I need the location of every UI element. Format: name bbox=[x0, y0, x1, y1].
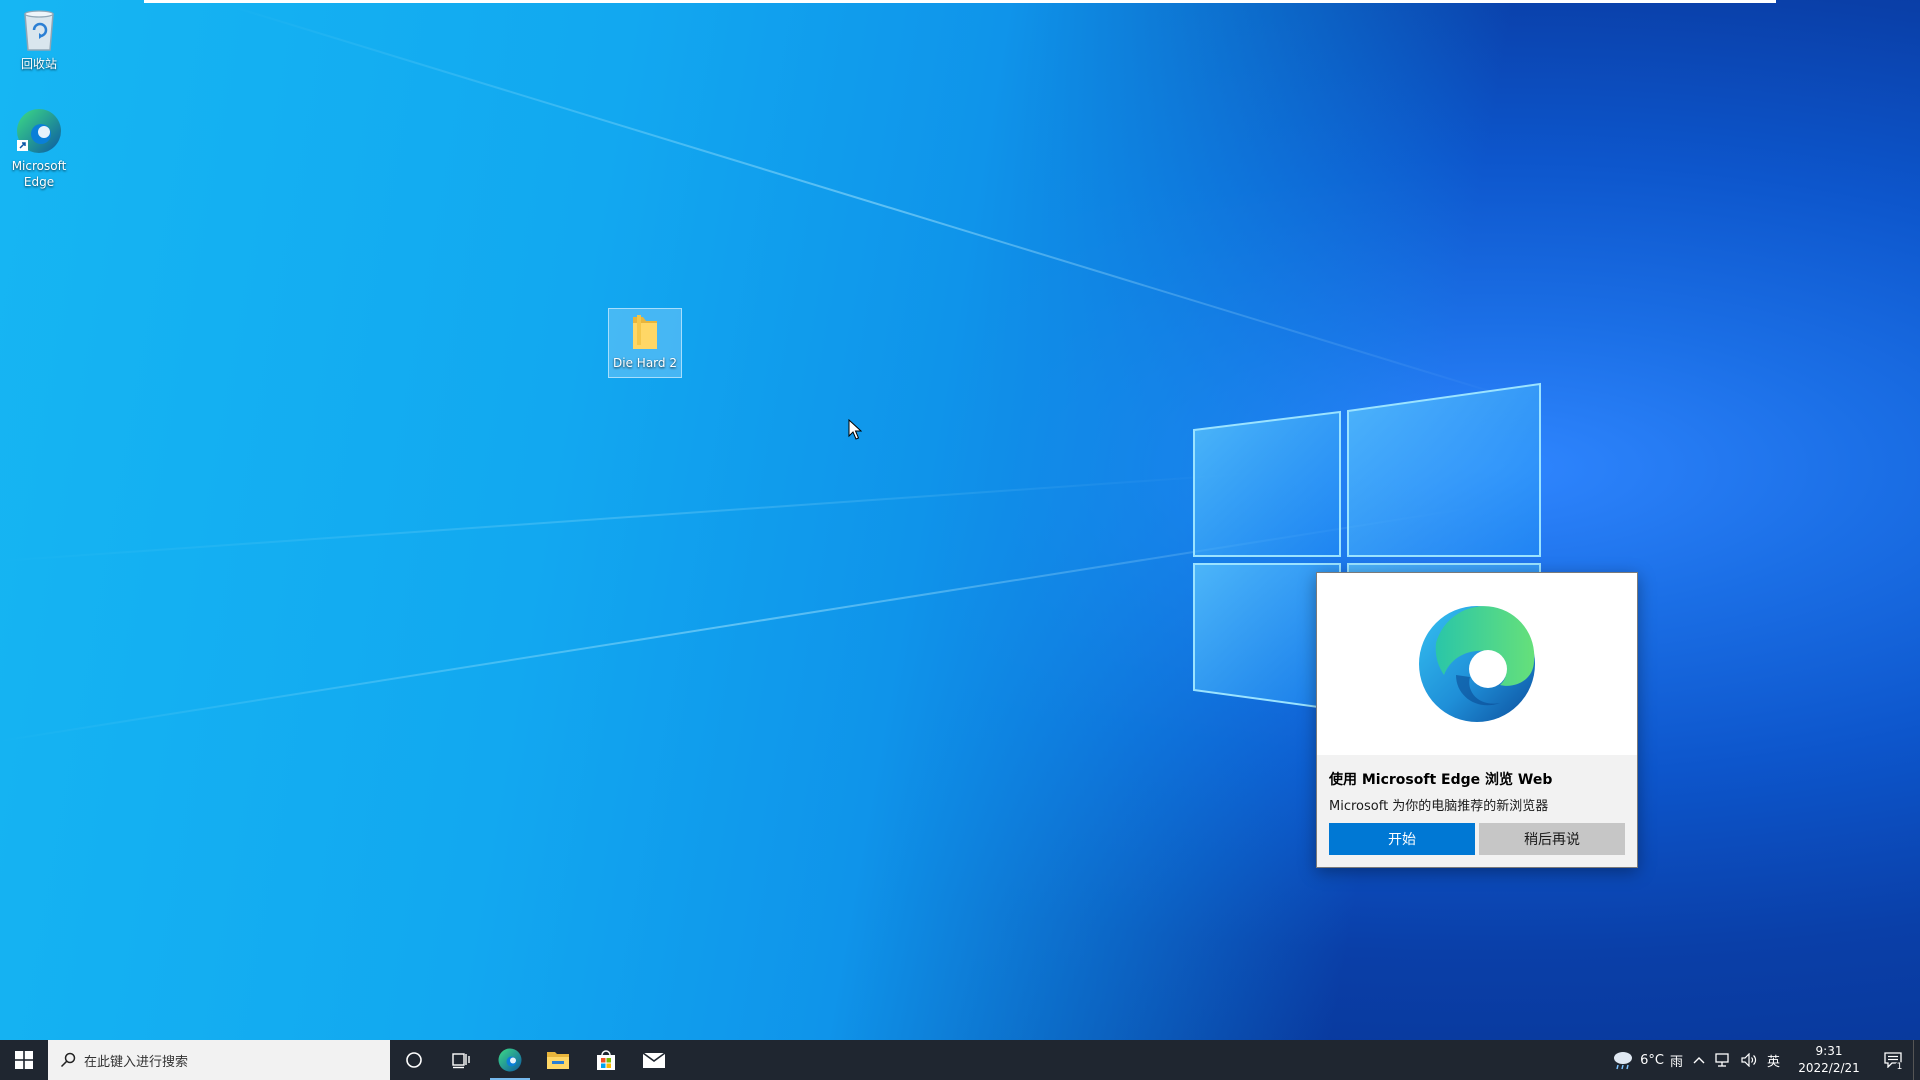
dialog-button-row: 开始 稍后再说 bbox=[1329, 823, 1625, 855]
search-icon bbox=[60, 1052, 76, 1068]
desktop[interactable]: 回收站 Microsoft Edge Die Hard 2 使用 Microso… bbox=[0, 0, 1920, 1040]
start-menu-button[interactable] bbox=[0, 1040, 48, 1080]
mail-icon bbox=[642, 1052, 666, 1068]
volume-button[interactable] bbox=[1736, 1040, 1762, 1080]
windows-start-icon bbox=[15, 1051, 33, 1069]
clock[interactable]: 9:31 2022/2/21 bbox=[1785, 1043, 1873, 1077]
action-center-button[interactable]: 1 bbox=[1873, 1040, 1913, 1080]
light-beam bbox=[0, 472, 1258, 562]
dialog-title: 使用 Microsoft Edge 浏览 Web bbox=[1329, 772, 1553, 788]
edge-icon bbox=[17, 109, 61, 153]
task-view-icon bbox=[452, 1053, 470, 1069]
clock-time: 9:31 bbox=[1815, 1044, 1843, 1058]
network-button[interactable] bbox=[1710, 1040, 1736, 1080]
mouse-cursor-icon bbox=[848, 419, 862, 440]
weather-description: 雨 bbox=[1669, 1054, 1683, 1070]
edge-logo-banner bbox=[1317, 573, 1637, 755]
circle-icon bbox=[406, 1052, 422, 1068]
input-method-indicator[interactable]: 英 bbox=[1762, 1040, 1785, 1080]
show-desktop-button[interactable] bbox=[1913, 1040, 1920, 1080]
store-icon bbox=[597, 1050, 615, 1070]
weather-rain-icon bbox=[1614, 1052, 1633, 1070]
cortana-button[interactable] bbox=[390, 1040, 438, 1080]
edge-recommendation-dialog: 使用 Microsoft Edge 浏览 Web Microsoft 为你的电脑… bbox=[1316, 572, 1638, 868]
desktop-icon-die-hard-2-folder[interactable]: Die Hard 2 bbox=[608, 308, 682, 378]
search-placeholder: 在此键入进行搜索 bbox=[84, 1054, 189, 1070]
show-hidden-icons-button[interactable] bbox=[1688, 1040, 1710, 1080]
edge-icon bbox=[498, 1048, 522, 1072]
system-tray: 6°C 雨 英 9:31 2022/2/21 1 bbox=[1607, 1040, 1920, 1080]
edge-logo-icon bbox=[1419, 606, 1535, 722]
weather-temperature: 6°C bbox=[1640, 1052, 1664, 1068]
taskbar-search-box[interactable]: 在此键入进行搜索 bbox=[48, 1040, 390, 1080]
ime-label: 英 bbox=[1766, 1054, 1780, 1070]
taskbar: 在此键入进行搜索 6°C 雨 英 9:31 2022/2/21 1 bbox=[0, 1040, 1920, 1080]
desktop-icon-label: Die Hard 2 bbox=[613, 356, 677, 370]
folder-icon bbox=[633, 315, 657, 349]
notification-count-badge: 1 bbox=[1894, 1062, 1905, 1073]
taskbar-file-explorer-button[interactable] bbox=[534, 1040, 582, 1080]
speaker-icon bbox=[1741, 1053, 1757, 1067]
task-view-button[interactable] bbox=[438, 1040, 486, 1080]
network-icon bbox=[1715, 1053, 1729, 1067]
top-progress-bar bbox=[144, 0, 1776, 3]
dialog-subtitle: Microsoft 为你的电脑推荐的新浏览器 bbox=[1329, 799, 1549, 814]
taskbar-mail-button[interactable] bbox=[630, 1040, 678, 1080]
taskbar-edge-button[interactable] bbox=[486, 1040, 534, 1080]
taskbar-store-button[interactable] bbox=[582, 1040, 630, 1080]
desktop-icon-recycle-bin[interactable]: 回收站 bbox=[2, 6, 76, 72]
chevron-up-icon bbox=[1693, 1057, 1705, 1064]
clock-date: 2022/2/21 bbox=[1798, 1061, 1860, 1075]
desktop-icon-microsoft-edge[interactable]: Microsoft Edge bbox=[2, 106, 76, 190]
light-beam bbox=[229, 5, 1522, 402]
folder-icon bbox=[547, 1052, 569, 1069]
weather-widget[interactable]: 6°C 雨 bbox=[1607, 1040, 1688, 1080]
desktop-icon-label: Microsoft Edge bbox=[11, 159, 67, 189]
desktop-icon-label: 回收站 bbox=[20, 57, 57, 71]
recycle-bin-icon bbox=[24, 10, 54, 51]
later-button[interactable]: 稍后再说 bbox=[1479, 823, 1625, 855]
start-button[interactable]: 开始 bbox=[1329, 823, 1475, 855]
